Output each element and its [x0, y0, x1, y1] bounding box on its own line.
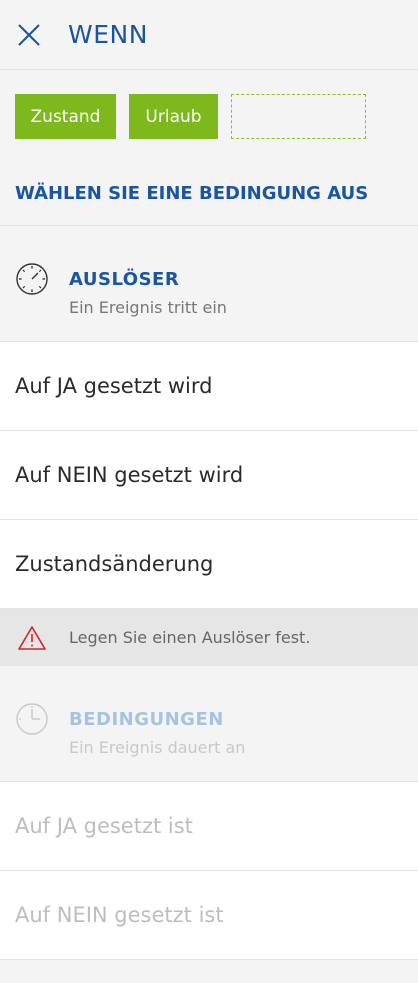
trigger-section-title: AUSLÖSER	[69, 269, 180, 290]
trigger-section-header: AUSLÖSER Ein Ereignis tritt ein	[0, 226, 418, 342]
option-set-no-trigger[interactable]: Auf NEIN gesetzt wird	[0, 431, 418, 520]
warning-triangle-icon	[18, 625, 46, 650]
option-set-yes-trigger[interactable]: Auf JA gesetzt wird	[0, 342, 418, 431]
page-title: WENN	[68, 20, 148, 49]
trigger-section-subtitle: Ein Ereignis tritt ein	[69, 298, 227, 317]
warning-banner: Legen Sie einen Auslöser fest.	[0, 609, 418, 666]
close-button[interactable]	[16, 22, 42, 48]
footer-spacer	[0, 960, 418, 983]
warning-text: Legen Sie einen Auslöser fest.	[69, 628, 311, 647]
conditions-section-title: BEDINGUNGEN	[69, 709, 224, 730]
select-condition-heading: WÄHLEN SIE EINE BEDINGUNG AUS	[0, 162, 418, 226]
chip-urlaub[interactable]: Urlaub	[129, 94, 218, 139]
clock-icon	[16, 703, 48, 735]
option-set-no-condition: Auf NEIN gesetzt ist	[0, 871, 418, 960]
close-icon[interactable]	[16, 22, 42, 48]
chip-zustand[interactable]: Zustand	[15, 94, 116, 139]
chip-placeholder[interactable]	[231, 94, 366, 139]
conditions-section-header: BEDINGUNGEN Ein Ereignis dauert an	[0, 666, 418, 782]
stopwatch-icon	[16, 263, 48, 295]
header: WENN	[0, 0, 418, 70]
chip-row: Zustand Urlaub	[0, 70, 418, 162]
option-state-change[interactable]: Zustandsänderung	[0, 520, 418, 609]
conditions-section-subtitle: Ein Ereignis dauert an	[69, 738, 246, 757]
option-set-yes-condition: Auf JA gesetzt ist	[0, 782, 418, 871]
